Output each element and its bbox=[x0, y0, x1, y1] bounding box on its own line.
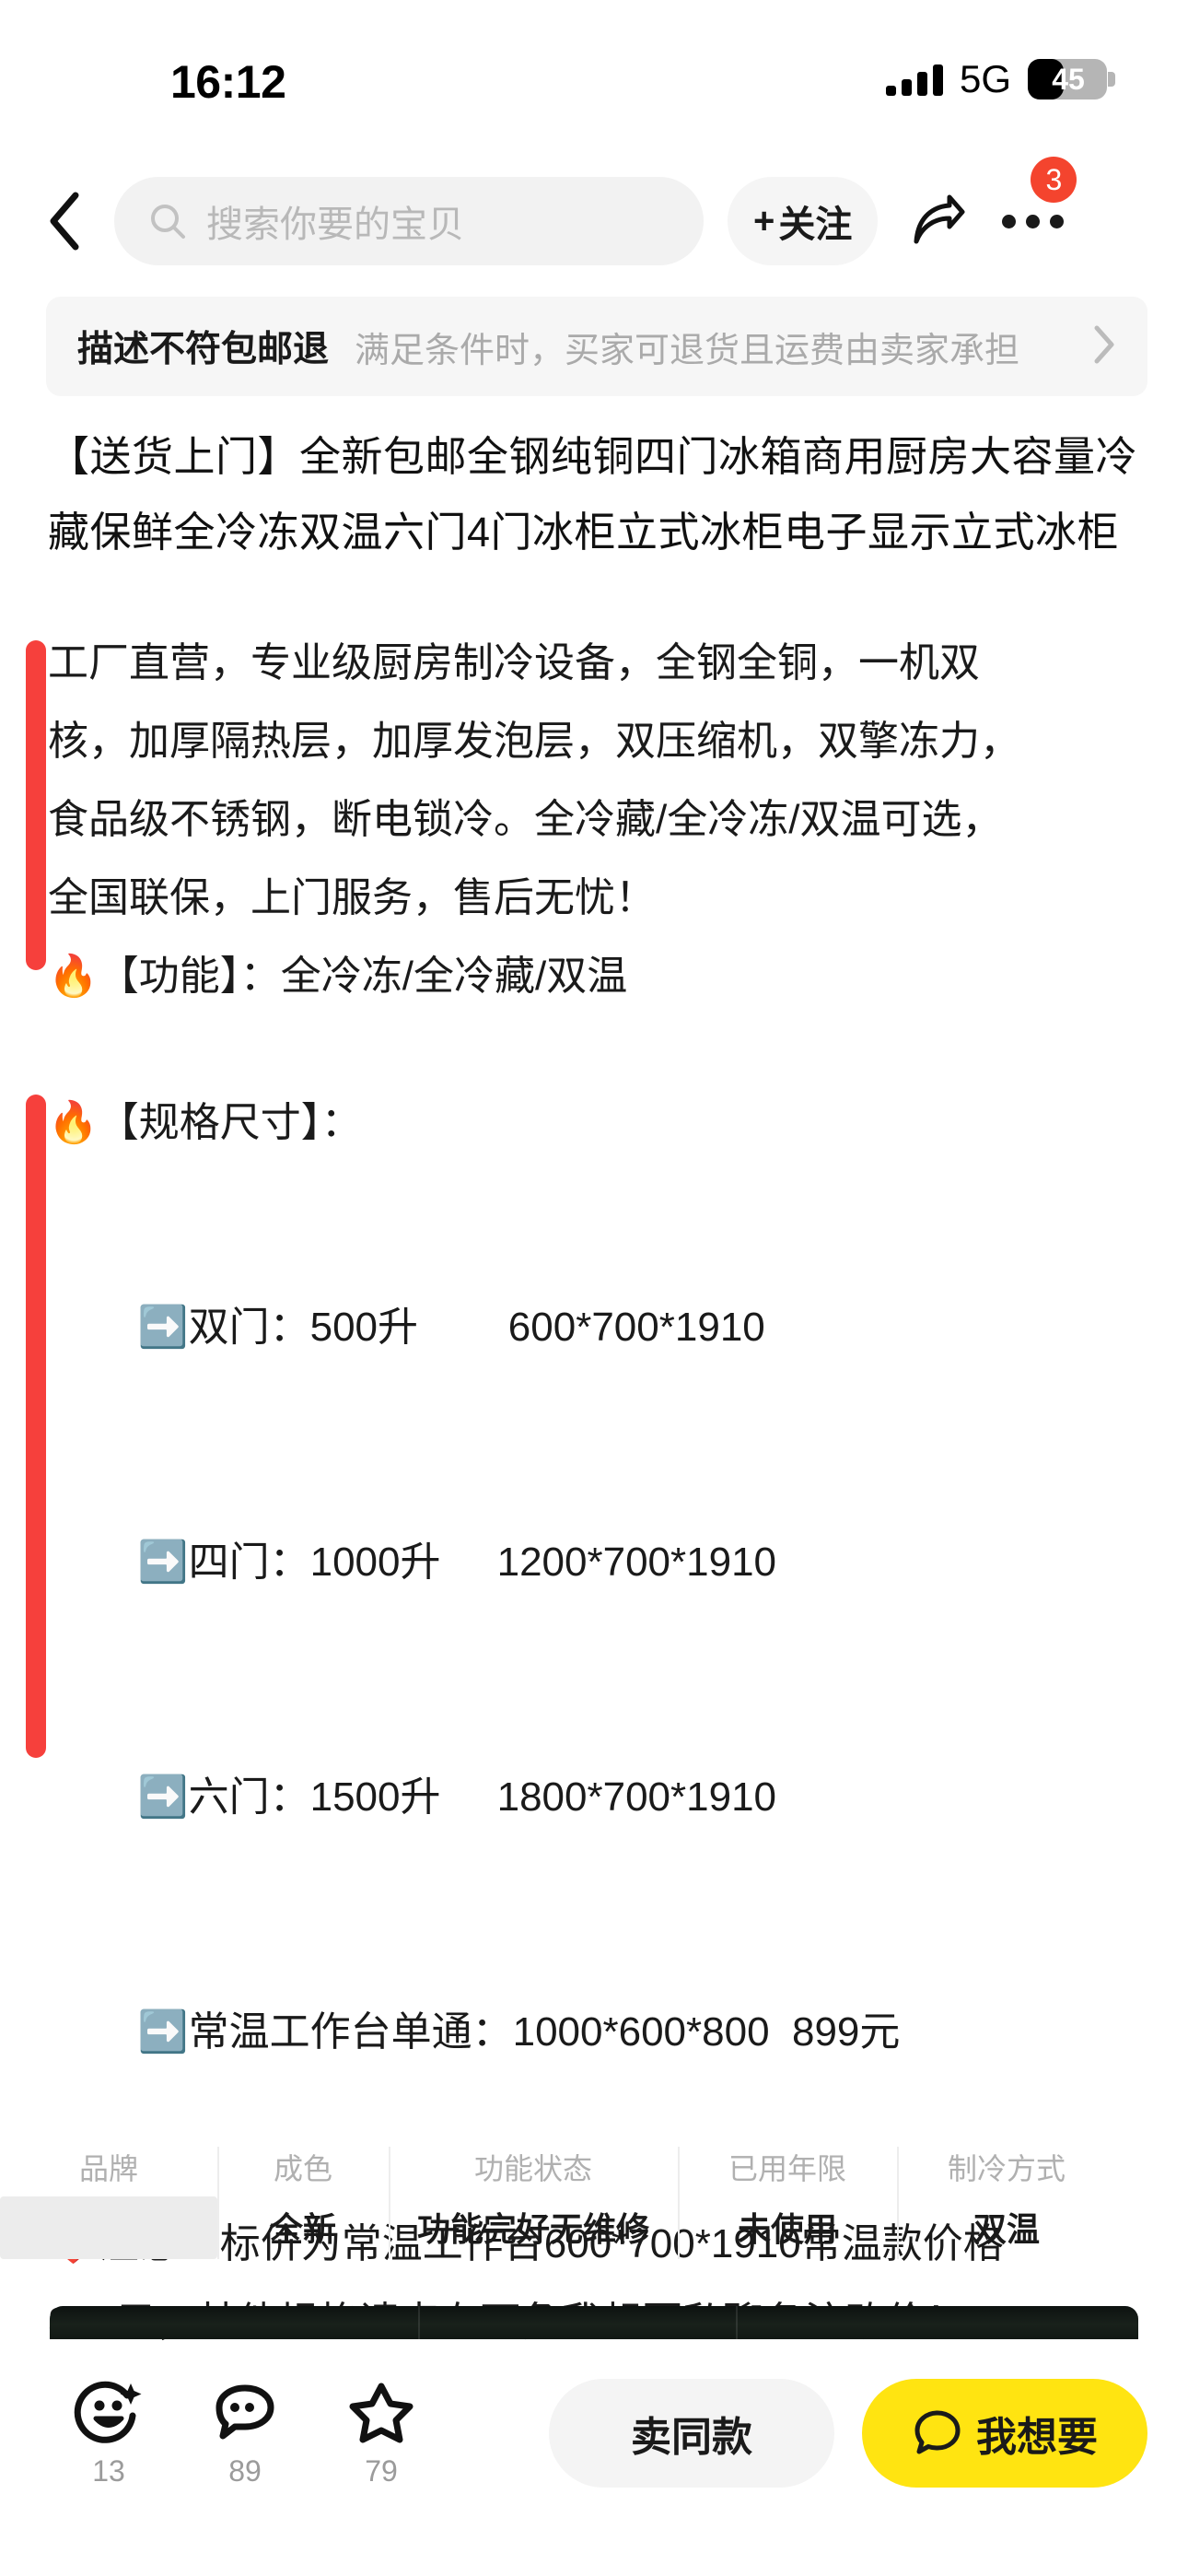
follow-label: 关注 bbox=[778, 205, 853, 245]
attribute-value: 功能完好无维修 bbox=[416, 2210, 649, 2248]
attribute-item-function-status: 功能状态 功能完好无维修 bbox=[389, 2134, 678, 2290]
back-button[interactable] bbox=[31, 184, 98, 258]
spec-row-text: 双门：500升 600*700*1910 bbox=[188, 1305, 765, 1350]
guarantee-subtitle: 满足条件时，买家可退货且运费由卖家承担 bbox=[355, 331, 1020, 370]
favorite-button[interactable]: 79 bbox=[313, 2377, 449, 2489]
attribute-item-cooling-mode: 制冷方式 双温 bbox=[897, 2134, 1116, 2290]
attribute-item-years-used: 已用年限 未使用 bbox=[678, 2134, 897, 2290]
battery-percent-label: 45 bbox=[1052, 63, 1085, 96]
comment-count: 89 bbox=[228, 2454, 262, 2488]
follow-plus-icon: + bbox=[753, 200, 775, 241]
product-title: 【送货上门】全新包邮全钢纯铜四门冰箱商用厨房大容量冷藏保鲜全冷冻双温六门4门冰柜… bbox=[48, 433, 1138, 556]
spec-row-text: 六门：1500升 1800*700*1910 bbox=[188, 1774, 777, 1820]
feature-line: 🔥【功能】：全冷冻/全冷藏/双温 bbox=[48, 937, 1140, 1015]
app-screen: 16:12 5G 45 搜索你要的宝贝 + 关注 3 描述不符包邮退 满足条件时… bbox=[0, 0, 1188, 2576]
more-dots-icon bbox=[1049, 214, 1064, 228]
follow-button[interactable]: + 关注 bbox=[728, 177, 879, 265]
bottom-toolbar: 13 89 79 卖同款 我想要 bbox=[0, 2346, 1188, 2576]
text-selection-bar[interactable] bbox=[26, 1095, 46, 1758]
product-image-preview[interactable] bbox=[50, 2306, 1138, 2339]
status-indicators: 5G 45 bbox=[885, 57, 1115, 101]
fire-icon: 🔥 bbox=[48, 1099, 99, 1146]
feature-block: 🔥【功能】：全冷冻/全冷藏/双温 bbox=[0, 917, 1188, 1015]
description-block: 工厂直营，专业级厨房制冷设备，全钢全铜，一机双 核，加厚隔热层，加厚发泡层，双压… bbox=[0, 624, 1188, 963]
spec-row-text: 常温工作台单通：1000*600*800 899元 bbox=[188, 2009, 901, 2055]
chat-bubble-icon bbox=[914, 2410, 961, 2454]
attribute-label: 制冷方式 bbox=[947, 2152, 1066, 2185]
attribute-value: 全新 bbox=[269, 2210, 336, 2248]
want-it-button[interactable]: 我想要 bbox=[862, 2379, 1147, 2488]
signal-bars-icon bbox=[885, 63, 943, 96]
smiley-sparkle-icon bbox=[74, 2381, 142, 2443]
more-dots-icon bbox=[1001, 214, 1016, 228]
text-selection-bar[interactable] bbox=[26, 640, 46, 963]
like-button[interactable]: 13 bbox=[41, 2377, 177, 2489]
chevron-right-icon bbox=[1092, 324, 1116, 369]
right-arrow-icon: ➡️ bbox=[137, 1539, 189, 1586]
search-placeholder: 搜索你要的宝贝 bbox=[206, 205, 464, 245]
battery-icon: 45 bbox=[1028, 59, 1115, 100]
text-selection-bar[interactable] bbox=[26, 917, 46, 970]
spec-row: ➡️四门：1000升 1200*700*1910 bbox=[48, 1445, 1140, 1680]
feature-text: 【功能】：全冷冻/全冷藏/双温 bbox=[98, 954, 628, 999]
comment-button[interactable]: 89 bbox=[177, 2377, 313, 2489]
spec-heading-text: 【规格尺寸】： bbox=[98, 1100, 362, 1145]
toolbar-actions: 卖同款 我想要 bbox=[549, 2377, 1147, 2488]
want-it-label: 我想要 bbox=[976, 2415, 1098, 2460]
description-line: 全国联保，上门服务，售后无忧！ bbox=[48, 875, 656, 920]
spec-heading-line: 🔥【规格尺寸】： bbox=[48, 1083, 1140, 1162]
attribute-label: 已用年限 bbox=[728, 2152, 846, 2185]
share-button[interactable] bbox=[894, 177, 983, 265]
attribute-label: 成色 bbox=[273, 2152, 332, 2185]
spec-row: ➡️六门：1500升 1800*700*1910 bbox=[48, 1680, 1140, 1914]
right-arrow-icon: ➡️ bbox=[137, 1774, 189, 1821]
right-arrow-icon: ➡️ bbox=[137, 1304, 189, 1351]
guarantee-banner[interactable]: 描述不符包邮退 满足条件时，买家可退货且运费由卖家承担 bbox=[46, 297, 1147, 396]
network-type-label: 5G bbox=[959, 57, 1011, 100]
favorite-count: 79 bbox=[365, 2454, 398, 2488]
star-outline-icon bbox=[349, 2383, 413, 2443]
search-icon bbox=[151, 205, 185, 239]
description-line: 食品级不锈钢，断电锁冷。全冷藏/全冷冻/双温可选， bbox=[48, 797, 1003, 842]
attribute-strip: 品牌 成色 全新 功能状态 功能完好无维修 已用年限 未使用 制冷方式 双温 bbox=[0, 2134, 1188, 2290]
fire-icon: 🔥 bbox=[48, 953, 99, 1000]
attribute-value: 未使用 bbox=[737, 2210, 837, 2248]
guarantee-title: 描述不符包邮退 bbox=[77, 330, 330, 369]
comment-bubble-icon bbox=[215, 2384, 274, 2440]
attribute-item-condition: 成色 全新 bbox=[217, 2134, 389, 2290]
attribute-item-brand: 品牌 bbox=[0, 2134, 217, 2290]
description-line: 工厂直营，专业级厨房制冷设备，全钢全铜，一机双 bbox=[48, 640, 980, 685]
description-line: 核，加厚隔热层，加厚发泡层，双压缩机，双擎冻力， bbox=[48, 719, 1020, 764]
right-arrow-icon: ➡️ bbox=[137, 2008, 189, 2055]
chevron-left-icon bbox=[50, 192, 79, 251]
more-options-button[interactable]: 3 bbox=[990, 157, 1077, 265]
sell-same-button[interactable]: 卖同款 bbox=[549, 2379, 834, 2488]
search-input[interactable]: 搜索你要的宝贝 bbox=[114, 177, 704, 265]
spec-row-text: 四门：1000升 1200*700*1910 bbox=[188, 1540, 777, 1585]
attribute-value: 双温 bbox=[973, 2210, 1040, 2248]
status-time: 16:12 bbox=[170, 56, 286, 108]
more-dots-icon bbox=[1025, 214, 1040, 228]
spec-row: ➡️常温工作台单通：1000*600*800 899元 bbox=[48, 1914, 1140, 2149]
spec-row: ➡️双门：500升 600*700*1910 bbox=[48, 1210, 1140, 1445]
like-count: 13 bbox=[92, 2454, 125, 2488]
navigation-bar: 搜索你要的宝贝 + 关注 3 bbox=[0, 157, 1188, 281]
status-bar: 16:12 5G 45 bbox=[0, 0, 1188, 147]
share-arrow-icon bbox=[914, 194, 965, 244]
more-badge: 3 bbox=[1031, 157, 1077, 203]
attribute-label: 品牌 bbox=[78, 2152, 138, 2185]
attribute-label: 功能状态 bbox=[473, 2152, 592, 2185]
attribute-value bbox=[0, 2196, 217, 2259]
